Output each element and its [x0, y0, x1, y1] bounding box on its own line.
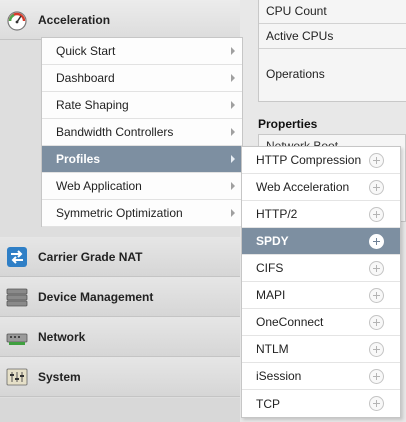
add-icon[interactable]	[369, 153, 384, 168]
divider	[259, 23, 406, 24]
flyout-item-label: SPDY	[256, 234, 289, 248]
acceleration-submenu: Quick Start Dashboard Rate Shaping Bandw…	[41, 37, 243, 227]
flyout-item-label: NTLM	[256, 342, 289, 356]
nav-section-system[interactable]: System	[0, 357, 240, 397]
add-icon[interactable]	[369, 207, 384, 222]
profiles-flyout-menu: HTTP Compression Web Acceleration HTTP/2…	[241, 146, 401, 418]
chevron-right-icon	[231, 74, 235, 82]
submenu-item-rate-shaping[interactable]: Rate Shaping	[42, 92, 242, 119]
chevron-right-icon	[231, 101, 235, 109]
submenu-item-label: Dashboard	[56, 71, 115, 85]
nav-section-carrier-grade-nat[interactable]: Carrier Grade NAT	[0, 237, 240, 277]
submenu-item-dashboard[interactable]: Dashboard	[42, 65, 242, 92]
flyout-item-web-acceleration[interactable]: Web Acceleration	[242, 174, 400, 201]
add-icon[interactable]	[369, 288, 384, 303]
flyout-item-label: OneConnect	[256, 315, 324, 329]
flyout-item-label: CIFS	[256, 261, 284, 275]
flyout-item-http2[interactable]: HTTP/2	[242, 201, 400, 228]
nav-section-label: System	[38, 369, 81, 384]
add-icon[interactable]	[369, 396, 384, 411]
submenu-item-label: Profiles	[56, 152, 101, 166]
flyout-item-label: iSession	[256, 369, 302, 383]
flyout-item-label: HTTP Compression	[256, 153, 362, 167]
add-icon[interactable]	[369, 234, 384, 249]
flyout-item-label: HTTP/2	[256, 207, 298, 221]
stat-cpu-count: CPU Count	[266, 4, 327, 18]
submenu-item-label: Web Application	[56, 179, 142, 193]
flyout-item-label: TCP	[256, 396, 280, 411]
flyout-item-spdy[interactable]: SPDY	[242, 228, 400, 255]
submenu-item-quick-start[interactable]: Quick Start	[42, 38, 242, 65]
flyout-item-cifs[interactable]: CIFS	[242, 255, 400, 282]
nav-section-acceleration[interactable]: Acceleration	[0, 0, 240, 40]
nav-section-label: Carrier Grade NAT	[38, 249, 143, 264]
stat-active-cpus: Active CPUs	[266, 29, 334, 43]
submenu-item-label: Bandwidth Controllers	[56, 125, 174, 139]
submenu-item-web-application[interactable]: Web Application	[42, 173, 242, 200]
nav-section-label: Device Management	[38, 289, 154, 304]
flyout-item-label: Web Acceleration	[256, 180, 350, 194]
flyout-item-label: MAPI	[256, 288, 286, 302]
nav-section-device-management[interactable]: Device Management	[0, 277, 240, 317]
stat-operations: Operations	[266, 67, 325, 81]
chevron-right-icon	[231, 128, 235, 136]
submenu-item-label: Quick Start	[56, 44, 116, 58]
chevron-right-icon	[231, 182, 235, 190]
chevron-right-icon	[231, 47, 235, 55]
submenu-item-label: Rate Shaping	[56, 98, 129, 112]
flyout-item-mapi[interactable]: MAPI	[242, 282, 400, 309]
submenu-item-profiles[interactable]: Profiles	[42, 146, 242, 173]
speedometer-icon	[6, 9, 28, 31]
submenu-item-label: Symmetric Optimization	[56, 206, 183, 220]
flyout-item-http-compression[interactable]: HTTP Compression	[242, 147, 400, 174]
statistics-panel: CPU Count Active CPUs Operations	[258, 0, 406, 102]
nav-section-label: Acceleration	[38, 12, 111, 27]
add-icon[interactable]	[369, 315, 384, 330]
server-stack-icon	[6, 286, 28, 308]
flyout-item-ntlm[interactable]: NTLM	[242, 336, 400, 363]
nat-arrows-icon	[6, 246, 28, 268]
submenu-item-bandwidth-controllers[interactable]: Bandwidth Controllers	[42, 119, 242, 146]
system-sliders-icon	[6, 366, 28, 388]
nav-footer	[0, 398, 240, 422]
properties-title: Properties	[258, 117, 318, 131]
nav-section-network[interactable]: Network	[0, 317, 240, 357]
flyout-item-tcp[interactable]: TCP	[242, 390, 400, 417]
network-switch-icon	[6, 326, 28, 348]
submenu-item-symmetric-optimization[interactable]: Symmetric Optimization	[42, 200, 242, 227]
chevron-right-icon	[231, 209, 235, 217]
add-icon[interactable]	[369, 261, 384, 276]
add-icon[interactable]	[369, 180, 384, 195]
chevron-right-icon	[231, 155, 235, 163]
divider	[259, 48, 406, 49]
flyout-item-isession[interactable]: iSession	[242, 363, 400, 390]
nav-section-label: Network	[38, 329, 86, 344]
flyout-item-oneconnect[interactable]: OneConnect	[242, 309, 400, 336]
add-icon[interactable]	[369, 342, 384, 357]
add-icon[interactable]	[369, 369, 384, 384]
